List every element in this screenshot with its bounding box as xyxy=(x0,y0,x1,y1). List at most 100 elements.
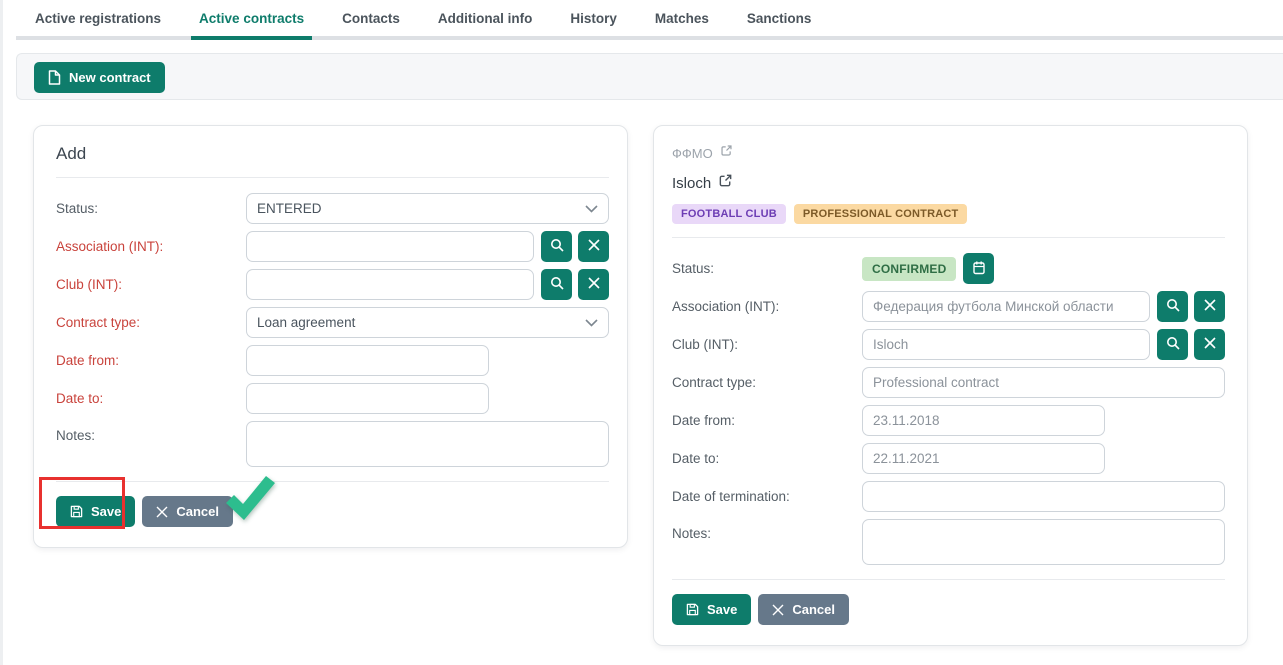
tab-active-contracts[interactable]: Active contracts xyxy=(197,0,306,40)
clear-x-icon xyxy=(1204,337,1216,352)
contract-kind-badge: PROFESSIONAL CONTRACT xyxy=(794,204,968,224)
contract-type-select-value: Loan agreement xyxy=(257,315,355,330)
external-link-icon xyxy=(720,144,733,162)
date-from-label: Date from: xyxy=(672,413,862,428)
card-title: Add xyxy=(56,144,609,164)
chevron-down-icon xyxy=(585,201,598,216)
club-clear-button[interactable] xyxy=(1194,329,1225,360)
date-to-row: Date to: xyxy=(56,383,609,414)
date-from-input[interactable] xyxy=(246,345,489,376)
save-floppy-icon xyxy=(70,505,83,518)
search-icon xyxy=(1166,336,1180,353)
club-row: Club (INT): xyxy=(56,269,609,300)
divider xyxy=(56,177,609,178)
association-link-row[interactable]: ФФМО xyxy=(672,144,1225,162)
notes-row: Notes: xyxy=(56,421,609,467)
tab-sanctions[interactable]: Sanctions xyxy=(745,0,814,40)
status-label: Status: xyxy=(56,201,246,216)
association-row: Association (INT): xyxy=(672,291,1225,322)
add-contract-card: Add Status: ENTERED Association (INT): xyxy=(33,125,628,548)
form-actions: Save Cancel xyxy=(56,496,609,527)
status-row: Status: ENTERED xyxy=(56,193,609,224)
divider xyxy=(56,481,609,482)
date-from-input[interactable] xyxy=(862,405,1105,436)
tab-active-registrations[interactable]: Active registrations xyxy=(33,0,163,40)
club-link[interactable]: Isloch xyxy=(672,175,711,192)
contract-type-row: Contract type: xyxy=(672,367,1225,398)
association-search-button[interactable] xyxy=(541,231,572,262)
tab-additional-info[interactable]: Additional info xyxy=(436,0,534,40)
status-select[interactable]: ENTERED xyxy=(246,193,609,224)
cancel-x-icon xyxy=(772,604,784,616)
contract-type-select[interactable]: Loan agreement xyxy=(246,307,609,338)
date-termination-row: Date of termination: xyxy=(672,481,1225,512)
date-from-row: Date from: xyxy=(672,405,1225,436)
search-icon xyxy=(1166,298,1180,315)
date-to-row: Date to: xyxy=(672,443,1225,474)
status-row: Status: CONFIRMED xyxy=(672,253,1225,284)
club-label: Club (INT): xyxy=(672,337,862,352)
club-input[interactable] xyxy=(862,329,1150,360)
status-history-button[interactable] xyxy=(963,253,994,284)
date-to-input[interactable] xyxy=(862,443,1105,474)
association-clear-button[interactable] xyxy=(1194,291,1225,322)
date-from-label: Date from: xyxy=(56,353,246,368)
clear-x-icon xyxy=(588,239,600,254)
association-row: Association (INT): xyxy=(56,231,609,262)
file-icon xyxy=(48,70,61,85)
cancel-label: Cancel xyxy=(176,504,219,519)
clear-x-icon xyxy=(588,277,600,292)
club-search-button[interactable] xyxy=(541,269,572,300)
save-label: Save xyxy=(91,504,121,519)
tab-contacts[interactable]: Contacts xyxy=(340,0,402,40)
clear-x-icon xyxy=(1204,299,1216,314)
save-button[interactable]: Save xyxy=(56,496,135,527)
club-clear-button[interactable] xyxy=(578,269,609,300)
association-label: Association (INT): xyxy=(672,299,862,314)
external-link-icon xyxy=(718,173,733,193)
contract-type-input[interactable] xyxy=(862,367,1225,398)
new-contract-label: New contract xyxy=(69,70,151,85)
form-actions: Save Cancel xyxy=(672,594,1225,625)
notes-label: Notes: xyxy=(672,519,862,541)
club-link-row[interactable]: Isloch xyxy=(672,173,1225,193)
badges-row: FOOTBALL CLUB PROFESSIONAL CONTRACT xyxy=(672,204,1225,224)
status-select-value: ENTERED xyxy=(257,201,322,216)
contract-type-label: Contract type: xyxy=(56,315,246,330)
notes-label: Notes: xyxy=(56,421,246,443)
save-button[interactable]: Save xyxy=(672,594,751,625)
date-to-label: Date to: xyxy=(672,451,862,466)
search-icon xyxy=(550,238,564,255)
date-to-label: Date to: xyxy=(56,391,246,406)
divider xyxy=(672,237,1225,238)
player-profile-page: Active registrations Active contracts Co… xyxy=(0,0,1283,665)
club-search-button[interactable] xyxy=(1157,329,1188,360)
divider xyxy=(672,579,1225,580)
association-link[interactable]: ФФМО xyxy=(672,146,713,161)
date-termination-label: Date of termination: xyxy=(672,489,862,504)
date-termination-input[interactable] xyxy=(862,481,1225,512)
club-input[interactable] xyxy=(246,269,534,300)
association-search-button[interactable] xyxy=(1157,291,1188,322)
cancel-x-icon xyxy=(156,506,168,518)
search-icon xyxy=(550,276,564,293)
tab-history[interactable]: History xyxy=(568,0,619,40)
new-contract-button[interactable]: New contract xyxy=(34,62,165,93)
notes-textarea[interactable] xyxy=(862,519,1225,565)
contract-details-card: ФФМО Isloch FOOTBALL CLUB PROFESSIONAL C… xyxy=(653,125,1248,646)
association-input[interactable] xyxy=(246,231,534,262)
date-to-input[interactable] xyxy=(246,383,489,414)
contracts-toolbar: New contract xyxy=(16,53,1283,100)
tab-matches[interactable]: Matches xyxy=(653,0,711,40)
association-label: Association (INT): xyxy=(56,239,246,254)
association-input[interactable] xyxy=(862,291,1150,322)
cancel-button[interactable]: Cancel xyxy=(142,496,233,527)
association-clear-button[interactable] xyxy=(578,231,609,262)
date-from-row: Date from: xyxy=(56,345,609,376)
cancel-button[interactable]: Cancel xyxy=(758,594,849,625)
chevron-down-icon xyxy=(585,315,598,330)
club-row: Club (INT): xyxy=(672,329,1225,360)
save-label: Save xyxy=(707,602,737,617)
tab-bar: Active registrations Active contracts Co… xyxy=(3,0,1283,40)
notes-textarea[interactable] xyxy=(246,421,609,467)
